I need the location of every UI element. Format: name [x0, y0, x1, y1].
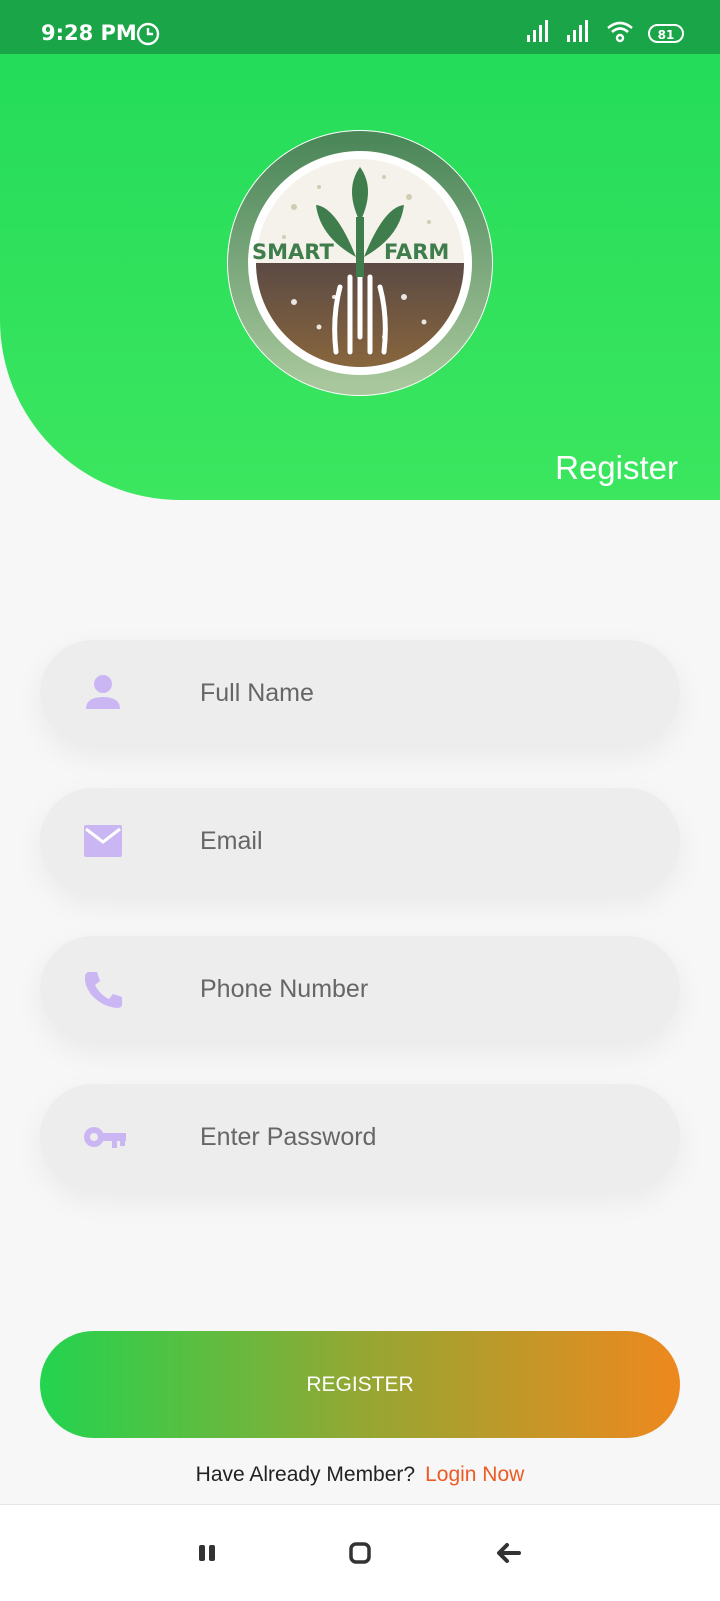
- smart-farm-logo: SMART FARM: [224, 127, 496, 399]
- phone-input[interactable]: [200, 936, 640, 1042]
- home-icon[interactable]: [340, 1533, 380, 1573]
- email-field[interactable]: [40, 788, 680, 894]
- alarm-clock-icon: [136, 22, 160, 51]
- phone-field[interactable]: [40, 936, 680, 1042]
- key-icon: [82, 1117, 126, 1157]
- logo-word-smart: SMART: [252, 240, 335, 264]
- phone-icon: [82, 969, 124, 1009]
- back-icon[interactable]: [488, 1533, 528, 1573]
- status-time: 9:28 PM: [41, 21, 137, 45]
- login-now-link[interactable]: Login Now: [425, 1463, 524, 1486]
- system-nav-bar: [0, 1504, 720, 1601]
- battery-indicator: 81: [648, 24, 684, 43]
- page-title: Register: [555, 449, 678, 486]
- full-name-field[interactable]: [40, 640, 680, 746]
- status-bar: 9:28 PM 81: [0, 0, 720, 54]
- logo-word-farm: FARM: [384, 240, 449, 264]
- recent-apps-icon[interactable]: [190, 1533, 230, 1573]
- password-input[interactable]: [200, 1084, 640, 1190]
- signal-icon: [526, 19, 552, 48]
- email-input[interactable]: [200, 788, 640, 894]
- login-prompt: Have Already Member? Login Now: [0, 1463, 720, 1487]
- register-button[interactable]: REGISTER: [40, 1331, 680, 1438]
- password-field[interactable]: [40, 1084, 680, 1190]
- login-prompt-text: Have Already Member?: [195, 1463, 416, 1486]
- wifi-icon: [606, 19, 634, 48]
- full-name-input[interactable]: [200, 640, 640, 746]
- signal-icon-2: [566, 19, 592, 48]
- mail-icon: [82, 821, 124, 861]
- person-icon: [82, 673, 124, 713]
